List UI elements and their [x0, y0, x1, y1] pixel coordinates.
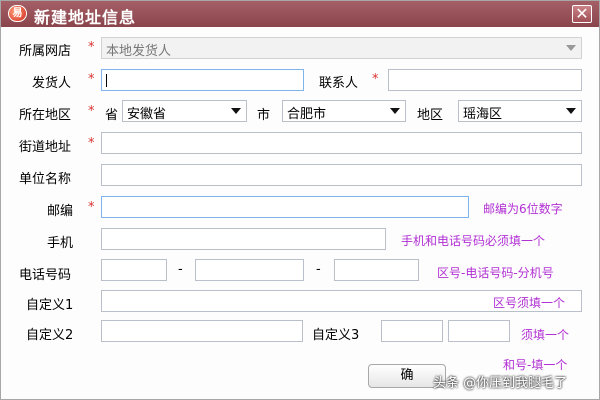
- phone-number-input[interactable]: [195, 259, 304, 281]
- city-label: 市: [257, 108, 271, 123]
- custom2-label: 自定义2: [26, 328, 74, 343]
- sender-input[interactable]: [101, 69, 304, 91]
- district-select[interactable]: 瑶海区: [458, 100, 582, 122]
- city-select[interactable]: 合肥市: [282, 100, 406, 122]
- zip-hint: 邮编为6位数字: [483, 202, 563, 216]
- sender-label: 发货人: [32, 76, 72, 91]
- mobile-input[interactable]: [101, 228, 386, 250]
- company-input[interactable]: [101, 164, 582, 186]
- region-label: 所在地区: [19, 108, 72, 123]
- zip-input[interactable]: [101, 196, 469, 218]
- mobile-hint: 手机和电话号码必须填一个: [401, 234, 546, 248]
- custom1-label: 自定义1: [26, 298, 74, 313]
- street-input[interactable]: [101, 132, 582, 154]
- province-label: 省: [105, 108, 119, 123]
- phone-dash: -: [178, 262, 183, 277]
- contact-input[interactable]: [388, 69, 582, 91]
- watermark-text: 头条 @你压到我腿毛了: [433, 376, 568, 391]
- area-code-input[interactable]: [101, 259, 167, 281]
- chevron-down-icon: [390, 108, 400, 114]
- chevron-down-icon: [566, 45, 576, 51]
- chevron-down-icon: [566, 108, 576, 114]
- new-address-dialog: 易 新建地址信息 ✕ 所属网店 * 本地发货人 发货人 * 联系人 * 所在地区…: [0, 0, 600, 400]
- store-select-value: 本地发货人: [106, 44, 172, 59]
- required-mark: *: [88, 200, 95, 215]
- custom3-hint: 须填一个: [521, 328, 570, 342]
- extension-input[interactable]: [334, 259, 419, 281]
- street-label: 街道地址: [19, 140, 72, 155]
- chevron-down-icon: [231, 108, 241, 114]
- dialog-title: 新建地址信息: [34, 8, 137, 27]
- required-mark: *: [372, 72, 379, 87]
- city-select-value: 合肥市: [287, 107, 327, 122]
- custom1-hint: 区号须填一个: [493, 294, 566, 311]
- required-mark: *: [88, 104, 95, 119]
- phone-hint: 区号-电话号码-分机号: [437, 266, 554, 280]
- store-select[interactable]: 本地发货人: [101, 37, 582, 59]
- custom3-label: 自定义3: [312, 328, 360, 343]
- store-label: 所属网店: [19, 44, 72, 59]
- company-label: 单位名称: [19, 172, 72, 187]
- close-button[interactable]: ✕: [572, 5, 592, 23]
- custom2-input[interactable]: [101, 320, 303, 342]
- custom3-input[interactable]: [381, 320, 443, 342]
- title-bar[interactable]: 易 新建地址信息 ✕: [1, 1, 599, 27]
- custom3-input-b[interactable]: [448, 320, 510, 342]
- required-mark: *: [88, 72, 95, 87]
- app-logo-icon: 易: [8, 5, 27, 22]
- phone-label: 电话号码: [19, 268, 72, 283]
- required-mark: *: [88, 40, 95, 55]
- required-mark: *: [88, 136, 95, 151]
- overlap-hint: 和号-填一个: [503, 358, 568, 372]
- province-select-value: 安徽省: [127, 107, 167, 122]
- zip-label: 邮编: [47, 204, 74, 219]
- district-select-value: 瑶海区: [463, 107, 503, 122]
- text-cursor: [106, 74, 107, 87]
- phone-dash: -: [316, 262, 321, 277]
- district-label: 地区: [417, 108, 444, 123]
- mobile-label: 手机: [47, 236, 74, 251]
- province-select[interactable]: 安徽省: [122, 100, 247, 122]
- contact-label: 联系人: [319, 76, 359, 91]
